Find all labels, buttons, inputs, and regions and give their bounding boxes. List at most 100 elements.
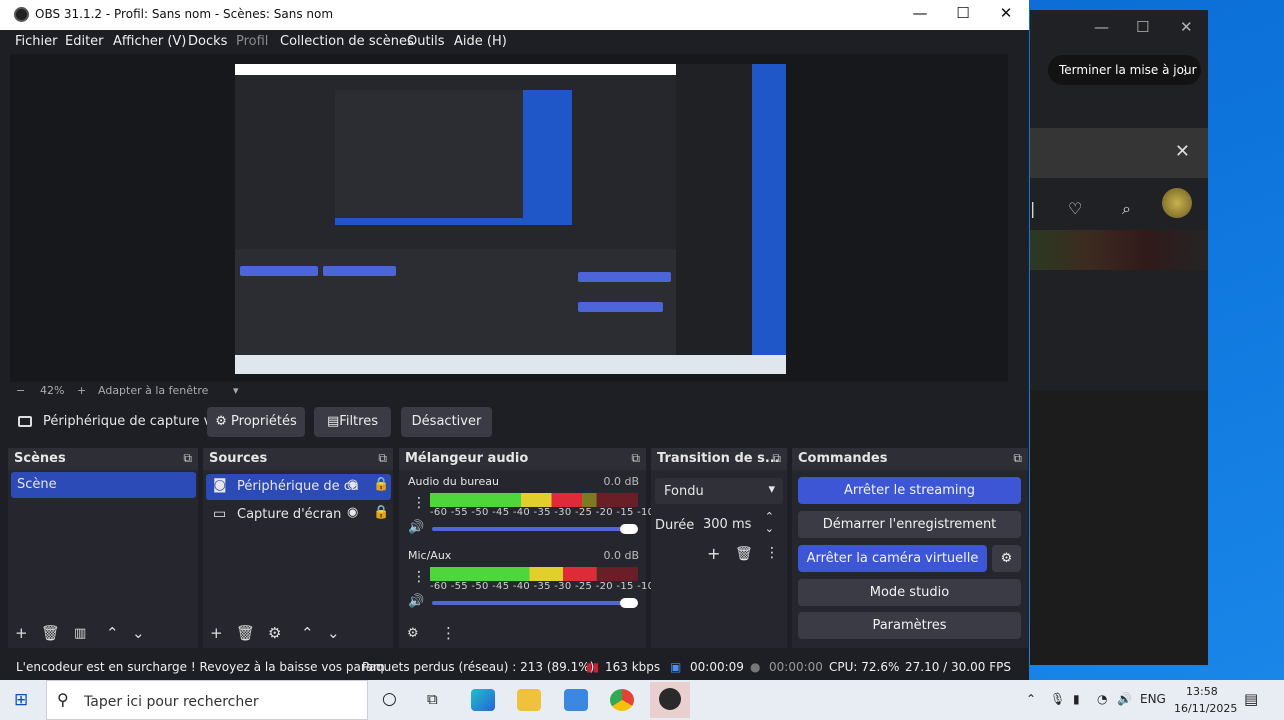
microphone-icon[interactable]: 🎙 [1050,692,1065,706]
add-icon[interactable]: + [707,544,720,563]
cortana-icon[interactable]: ○ [382,689,397,709]
undock-icon[interactable]: ⧉ [378,448,387,469]
menu-docks[interactable]: Docks [188,34,227,49]
start-recording-button[interactable]: Démarrer l'enregistrement [798,511,1021,538]
close-button[interactable]: ✕ [991,4,1021,22]
menu-tools[interactable]: Outils [407,34,445,49]
preview-area[interactable] [10,54,1008,382]
volume-slider-handle[interactable] [620,524,638,534]
filters-button[interactable]: ▤Filtres [314,407,391,437]
video-thumbnail-strip [1030,230,1208,270]
trash-icon[interactable]: 🗑 [236,624,255,642]
stop-streaming-button[interactable]: Arrêter le streaming [798,477,1021,504]
file-explorer-icon[interactable] [517,689,541,711]
speaker-icon[interactable]: 🔊 [408,520,424,535]
source-item[interactable]: ▭ Capture d'écran ◉ 🔒 [206,502,391,528]
task-view-icon[interactable]: ⧉ [427,690,438,708]
edge-icon[interactable] [471,689,495,711]
zoom-in-button[interactable]: + [77,384,86,397]
minimize-icon[interactable]: — [1094,18,1109,36]
maximize-button[interactable]: ☐ [948,4,978,22]
windows-start-icon[interactable]: ⊞ [14,690,28,710]
stop-virtual-camera-button[interactable]: Arrêter la caméra virtuelle [798,545,987,572]
eye-icon[interactable]: ◉ [347,505,358,520]
clock-time[interactable]: 13:58 [1186,685,1218,698]
volume-slider[interactable] [432,601,632,605]
speaker-icon[interactable]: 🔊 [408,594,424,609]
volume-icon[interactable]: 🔊 [1117,692,1132,706]
filter-icon[interactable]: ▥ [74,626,86,641]
chevron-up-icon[interactable]: ⌃ [1026,692,1036,706]
properties-button[interactable]: ⚙ Propriétés [207,407,305,437]
meter-scale: -60 -55 -50 -45 -40 -35 -30 -25 -20 -15 … [430,507,679,518]
filter-icon: ▤ [327,414,340,429]
nested-taskbar [235,355,786,374]
more-icon[interactable]: ⋮ [765,545,779,561]
add-icon[interactable]: + [15,624,28,642]
heart-icon[interactable]: ♡ [1068,199,1082,218]
window-title: OBS 31.1.2 - Profil: Sans nom - Scènes: … [35,7,334,21]
close-icon[interactable]: ✕ [1180,18,1193,36]
zoom-out-button[interactable]: − [16,384,25,397]
wifi-icon[interactable]: ◔ [1097,692,1107,706]
undock-icon[interactable]: ⧉ [183,448,192,469]
trash-icon[interactable]: 🗑 [41,624,60,642]
menu-scene-collection[interactable]: Collection de scènes [280,34,414,49]
zoom-fit-select[interactable]: Adapter à la fenêtre [98,384,208,397]
browser-toolbar: | ♡ ⌕ [1030,185,1208,235]
minimize-button[interactable]: — [905,4,935,22]
close-icon[interactable]: ✕ [1175,141,1190,162]
menu-view[interactable]: Afficher (V) [113,34,186,49]
mail-icon[interactable] [564,689,588,711]
scene-item[interactable]: Scène [11,472,196,498]
battery-icon[interactable]: ▮ [1073,692,1080,706]
more-icon[interactable]: ⋮ [412,569,426,585]
channel-db: 0.0 dB [603,475,639,488]
search-icon[interactable]: ⌕ [1122,199,1131,219]
maximize-icon[interactable]: ☐ [1136,18,1149,36]
obs-taskbar-item[interactable] [650,682,690,718]
undock-icon[interactable]: ⧉ [631,448,640,469]
lock-icon[interactable]: 🔒 [373,477,389,492]
virtual-camera-settings-button[interactable]: ⚙ [992,545,1021,572]
scenes-header: Scènes ⧉ [8,448,198,470]
advanced-audio-icon[interactable]: ⚙ [407,626,419,641]
gear-icon[interactable]: ⚙ [268,624,281,642]
avatar[interactable] [1162,188,1192,218]
chevron-up-icon[interactable]: ⌃ [301,624,314,642]
volume-slider-handle[interactable] [620,598,638,608]
lock-icon[interactable]: 🔒 [373,505,389,520]
deactivate-button[interactable]: Désactiver [401,407,492,437]
menu-file[interactable]: Fichier [15,34,58,49]
duration-spinbox[interactable]: 300 ms ⌃ ⌄ [697,510,782,537]
chevron-down-icon[interactable]: ⌄ [327,624,340,642]
more-icon[interactable]: ⋮ [1179,55,1191,85]
studio-mode-button[interactable]: Mode studio [798,579,1021,606]
more-icon[interactable]: ⋮ [441,624,456,642]
background-browser-window[interactable]: — ☐ ✕ Terminer la mise à jour ⋮ ✕ | ♡ ⌕ [1030,10,1208,665]
taskbar-search[interactable]: ⚲ Taper ici pour rechercher [46,680,368,720]
menu-icon[interactable]: | [1030,199,1035,218]
source-item[interactable]: ◙ Périphérique de ca ◉ 🔒 [206,474,391,500]
settings-button[interactable]: Paramètres [798,612,1021,639]
chevron-down-icon[interactable]: ▾ [233,384,239,397]
trash-icon[interactable]: 🗑 [735,546,753,562]
language-indicator[interactable]: ENG [1140,692,1166,706]
undock-icon[interactable]: ⧉ [772,448,781,469]
chevron-down-icon[interactable]: ⌄ [765,522,774,535]
clock-date[interactable]: 16/11/2025 [1174,702,1237,715]
volume-slider[interactable] [432,527,632,531]
eye-icon[interactable]: ◉ [347,477,358,492]
notification-icon[interactable]: ▤ [1244,690,1258,708]
add-icon[interactable]: + [210,624,223,642]
undock-icon[interactable]: ⧉ [1013,448,1022,469]
transition-select[interactable]: Fondu ▾ [655,478,783,504]
menu-edit[interactable]: Editer [65,34,104,49]
menu-profile[interactable]: Profil [236,34,268,49]
finish-update-button[interactable]: Terminer la mise à jour ⋮ [1048,55,1201,85]
chrome-icon[interactable] [610,689,634,711]
menu-help[interactable]: Aide (H) [454,34,507,49]
chevron-down-icon[interactable]: ⌄ [132,624,145,642]
more-icon[interactable]: ⋮ [412,495,426,511]
chevron-up-icon[interactable]: ⌃ [106,624,119,642]
